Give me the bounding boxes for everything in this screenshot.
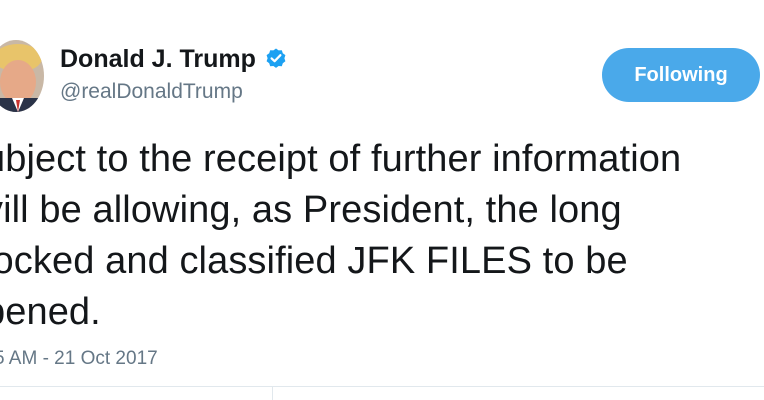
author-display-name[interactable]: Donald J. Trump <box>60 44 288 74</box>
author-handle[interactable]: @realDonaldTrump <box>60 78 243 106</box>
tweet-text-line: locked and classified JFK FILES to be <box>0 240 628 282</box>
tweet-text-line: pened. <box>0 291 101 333</box>
divider <box>0 386 764 387</box>
following-button[interactable]: Following <box>602 48 760 102</box>
display-name-text[interactable]: Donald J. Trump <box>60 44 256 74</box>
tweet-timestamp[interactable]: 5 AM - 21 Oct 2017 <box>0 346 158 372</box>
tweet-card: Donald J. Trump @realDonaldTrump Followi… <box>0 0 764 400</box>
user-avatar[interactable] <box>0 40 44 112</box>
tweet-text: ubject to the receipt of further informa… <box>0 134 764 338</box>
tweet-text-line: ubject to the receipt of further informa… <box>0 138 682 180</box>
verified-badge-icon <box>264 47 288 71</box>
tweet-text-line: vill be allowing, as President, the long <box>0 189 622 231</box>
divider <box>272 386 273 400</box>
